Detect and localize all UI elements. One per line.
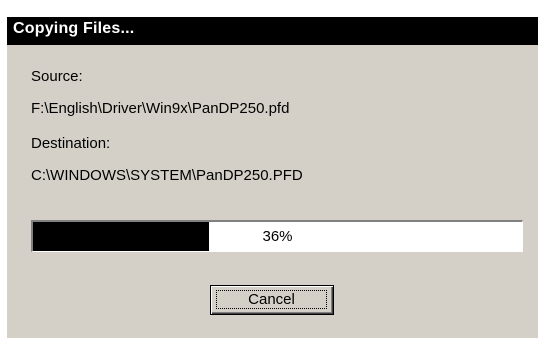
- cancel-button[interactable]: Cancel: [210, 285, 334, 315]
- destination-path: C:\WINDOWS\SYSTEM\PanDP250.PFD: [31, 167, 303, 184]
- source-path: F:\English\Driver\Win9x\PanDP250.pfd: [31, 100, 290, 117]
- progress-bar: 36%: [31, 220, 523, 252]
- cancel-button-label: Cancel: [216, 290, 327, 309]
- copy-dialog: Copying Files... Source: F:\English\Driv…: [6, 16, 538, 338]
- progress-percent: 36%: [262, 228, 293, 245]
- destination-label: Destination:: [31, 135, 111, 152]
- title-bar[interactable]: Copying Files...: [7, 17, 538, 45]
- source-label: Source:: [31, 68, 83, 85]
- window-title: Copying Files...: [13, 20, 135, 37]
